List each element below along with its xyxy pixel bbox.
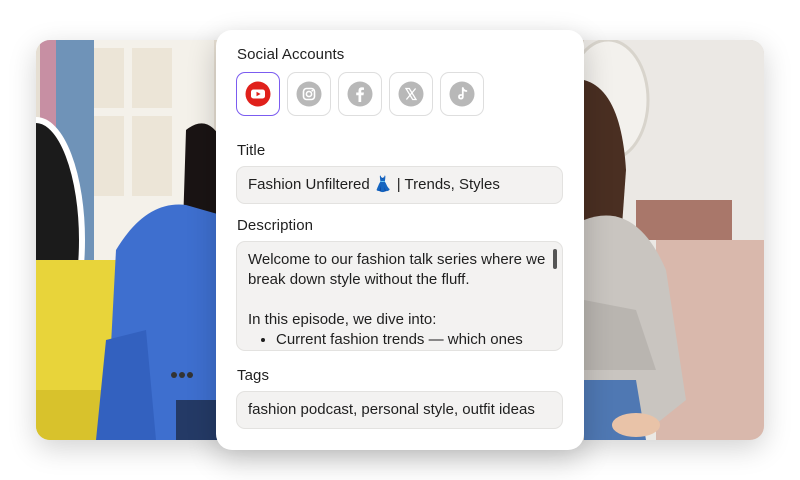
tiktok-account-button[interactable] [440, 72, 484, 116]
facebook-icon [347, 81, 373, 107]
description-scrollbar[interactable] [553, 249, 557, 269]
post-details-panel: Social Accounts Title Fashion Unfiltered… [216, 30, 584, 450]
facebook-account-button[interactable] [338, 72, 382, 116]
social-accounts-selector [236, 72, 484, 116]
description-label: Description [237, 217, 314, 234]
description-bullet: Current fashion trends — which ones [276, 330, 551, 350]
title-label: Title [237, 142, 266, 159]
x-account-button[interactable] [389, 72, 433, 116]
description-paragraph: In this episode, we dive into: [248, 311, 437, 328]
social-accounts-label: Social Accounts [237, 46, 345, 63]
description-paragraph: Welcome to our fashion talk series where… [248, 251, 546, 288]
title-input[interactable]: Fashion Unfiltered 👗 | Trends, Styles [236, 166, 563, 204]
description-bullet-list: Current fashion trends — which ones [248, 330, 551, 350]
tiktok-icon [449, 81, 475, 107]
description-textarea[interactable]: Welcome to our fashion talk series where… [236, 241, 563, 351]
youtube-icon [245, 81, 271, 107]
x-icon [398, 81, 424, 107]
tags-input[interactable]: fashion podcast, personal style, outfit … [236, 391, 563, 429]
tags-label: Tags [237, 367, 270, 384]
youtube-account-button[interactable] [236, 72, 280, 116]
instagram-account-button[interactable] [287, 72, 331, 116]
instagram-icon [296, 81, 322, 107]
